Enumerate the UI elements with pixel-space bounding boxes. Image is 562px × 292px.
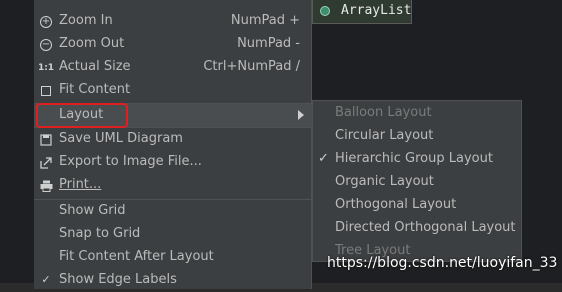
context-menu: + Zoom In NumPad + − Zoom Out NumPad - 1… (34, 0, 312, 289)
zoom-in-icon: + (40, 16, 52, 28)
class-node-arraylist[interactable]: ArrayList (312, 0, 412, 24)
submenu-item-hierarchic-group-layout[interactable]: ✓ Hierarchic Group Layout (313, 148, 521, 171)
fit-content-icon (39, 84, 53, 98)
submenu-item-directed-orthogonal-layout[interactable]: Directed Orthogonal Layout (313, 217, 521, 240)
submenu-item-orthogonal-layout[interactable]: Orthogonal Layout (313, 194, 521, 217)
menu-item-zoom-out[interactable]: − Zoom Out NumPad - (34, 33, 312, 56)
layout-submenu: Balloon Layout Circular Layout ✓ Hierarc… (312, 100, 522, 262)
actual-size-icon: 1:1 (37, 63, 55, 73)
submenu-item-circular-layout[interactable]: Circular Layout (313, 125, 521, 148)
class-icon (320, 6, 330, 16)
menu-item-print[interactable]: Print... (34, 174, 312, 197)
submenu-item-balloon-layout[interactable]: Balloon Layout (313, 102, 521, 125)
check-icon: ✓ (318, 151, 329, 166)
submenu-item-organic-layout[interactable]: Organic Layout (313, 171, 521, 194)
save-icon (39, 133, 53, 147)
menu-item-actual-size[interactable]: 1:1 Actual Size Ctrl+NumPad / (34, 56, 312, 79)
submenu-arrow-icon (298, 110, 304, 120)
menu-item-zoom-in[interactable]: + Zoom In NumPad + (34, 10, 312, 33)
watermark: https://blog.csdn.net/luoyifan_33 (327, 255, 558, 271)
class-name: ArrayList (341, 3, 412, 18)
check-icon: ✓ (41, 272, 51, 286)
zoom-out-icon: − (40, 39, 52, 51)
print-icon (39, 179, 53, 193)
menu-item-export-image[interactable]: Export to Image File... (34, 151, 312, 174)
menu-item-snap-to-grid[interactable]: Snap to Grid (34, 223, 312, 246)
menu-item-save-uml-diagram[interactable]: Save UML Diagram (34, 128, 312, 151)
export-icon (39, 156, 53, 170)
menu-item-show-grid[interactable]: Show Grid (34, 200, 312, 223)
menu-item-show-edge-labels[interactable]: ✓ Show Edge Labels (34, 269, 312, 292)
menu-item-fit-content-after-layout[interactable]: Fit Content After Layout (34, 246, 312, 269)
menu-item-fit-content[interactable]: Fit Content (34, 79, 312, 102)
highlight-box (36, 103, 128, 128)
